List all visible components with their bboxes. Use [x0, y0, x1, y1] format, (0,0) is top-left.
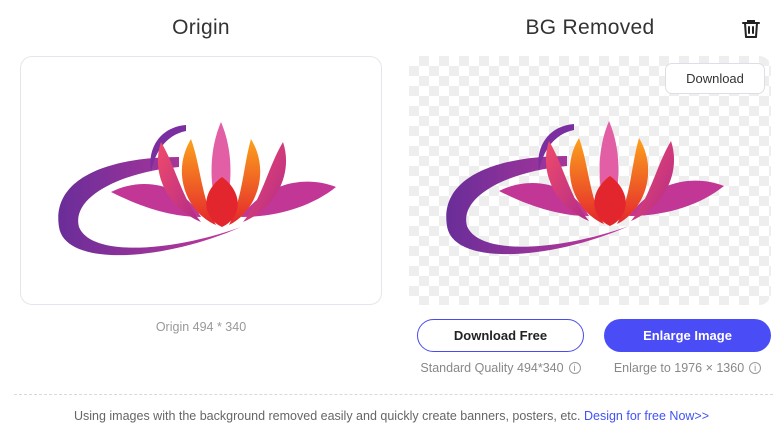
origin-image-panel	[20, 56, 382, 305]
enlarge-image-button[interactable]: Enlarge Image	[604, 319, 771, 352]
download-button[interactable]: Download	[665, 63, 765, 94]
enlarge-to-text: Enlarge to 1976 × 1360	[613, 361, 745, 375]
lotus-image-transparent	[446, 121, 724, 255]
download-free-button[interactable]: Download Free	[417, 319, 584, 352]
bg-removed-image-panel: Download	[409, 56, 771, 305]
footer-text: Using images with the background removed…	[73, 409, 581, 423]
standard-quality-info: Standard Quality 494*340 i	[417, 361, 584, 375]
trash-icon[interactable]	[740, 18, 762, 40]
info-icon[interactable]: i	[568, 362, 581, 374]
info-icon[interactable]: i	[749, 362, 762, 374]
divider	[14, 394, 773, 395]
origin-title: Origin	[172, 16, 230, 39]
lotus-image	[58, 122, 336, 256]
standard-quality-text: Standard Quality 494*340	[420, 361, 564, 375]
enlarge-to-info: Enlarge to 1976 × 1360 i	[604, 361, 771, 375]
design-for-free-link[interactable]: Design for free Now>>	[584, 409, 709, 423]
origin-size-caption: Origin 494 * 340	[155, 320, 247, 334]
bg-removed-title: BG Removed	[525, 16, 655, 39]
footer-promo: Using images with the background removed…	[0, 409, 783, 423]
